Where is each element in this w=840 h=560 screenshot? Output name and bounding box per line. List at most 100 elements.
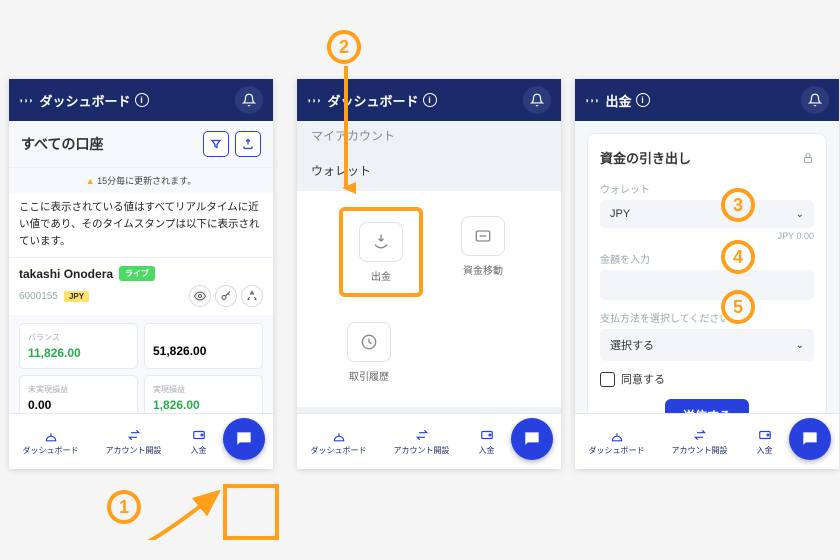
all-accounts-label: すべての口座 xyxy=(21,134,103,154)
gauge-icon xyxy=(41,427,61,443)
method-select[interactable]: 選択する ⌄ xyxy=(600,329,814,361)
nav-open-account[interactable]: アカウント開設 xyxy=(394,427,450,456)
chevron-down-icon: ⌄ xyxy=(796,340,804,351)
tile-transfer-label: 資金移動 xyxy=(463,262,503,277)
account-id: 6000155 xyxy=(19,291,58,302)
phone-panel-2: ◗◗◗ ダッシュボード i マイアカウント ウォレット 出金 xyxy=(297,79,561,469)
realized-value: 1,826.00 xyxy=(153,398,254,412)
notifications-button[interactable] xyxy=(523,86,551,114)
method-label: 支払方法を選択してください xyxy=(600,310,814,325)
nav-deposit[interactable]: 入金 xyxy=(189,427,209,456)
chat-fab[interactable] xyxy=(223,418,265,460)
phone2-body: マイアカウント ウォレット 出金 資金移動 xyxy=(297,121,561,413)
bottom-nav: ダッシュボード アカウント開設 入金 もっと xyxy=(297,413,561,469)
lock-icon xyxy=(802,152,814,164)
update-note-text: 15分毎に更新されます。 xyxy=(97,176,196,186)
balance-label: バランス xyxy=(28,332,129,343)
nav-open-account[interactable]: アカウント開設 xyxy=(672,427,728,456)
submit-button[interactable]: 送信する xyxy=(665,399,749,413)
bottom-nav: ダッシュボード アカウント開設 入金 もっと xyxy=(575,413,839,469)
recycle-icon[interactable] xyxy=(241,285,263,307)
nav-deposit[interactable]: 入金 xyxy=(755,427,775,456)
all-accounts-header: すべての口座 xyxy=(9,121,273,168)
bottom-nav: ダッシュボード アカウント開設 入金 もっと xyxy=(9,413,273,469)
brand-logo: ◗◗◗ xyxy=(307,96,322,105)
appbar-title: ダッシュボード xyxy=(40,91,131,110)
callout-2: 2 xyxy=(327,30,361,64)
arrow-1 xyxy=(138,490,228,540)
metrics-grid: バランス 11,826.00 51,826.00 未実現損益 0.00 実現損益… xyxy=(9,315,273,413)
warning-icon: ▲ xyxy=(86,176,95,186)
phone3-body: 資金の引き出し ウォレット JPY ⌄ JPY 0.00 金額を入力 支払方法を… xyxy=(575,121,839,413)
amount-label: 金額を入力 xyxy=(600,251,814,266)
tile-history[interactable]: 取引履歴 xyxy=(333,313,405,391)
tile-transfer[interactable]: 資金移動 xyxy=(447,207,519,285)
currency-badge: JPY xyxy=(64,291,89,302)
highlight-more xyxy=(223,484,279,540)
section-myaccount: マイアカウント xyxy=(297,121,561,150)
tile-withdraw[interactable]: 出金 xyxy=(345,213,417,291)
wallet-select-value: JPY xyxy=(610,208,630,220)
chevron-down-icon: ⌄ xyxy=(796,209,804,220)
nav-deposit[interactable]: 入金 xyxy=(477,427,497,456)
notifications-button[interactable] xyxy=(235,86,263,114)
agree-label: 同意する xyxy=(621,371,665,387)
phone-panel-3: ◗◗◗ 出金 i 資金の引き出し ウォレット JPY ⌄ JPY 0.00 xyxy=(575,79,839,469)
appbar-title: ダッシュボード xyxy=(328,91,419,110)
chat-fab[interactable] xyxy=(789,418,831,460)
amount-input[interactable] xyxy=(600,270,814,300)
appbar-title: 出金 xyxy=(606,91,632,110)
withdraw-icon xyxy=(359,222,403,262)
agree-row[interactable]: 同意する xyxy=(600,371,814,387)
section-wallet: ウォレット xyxy=(297,150,561,191)
withdraw-card: 資金の引き出し ウォレット JPY ⌄ JPY 0.00 金額を入力 支払方法を… xyxy=(587,133,827,413)
highlight-withdraw: 出金 xyxy=(339,207,423,297)
appbar: ◗◗◗ 出金 i xyxy=(575,79,839,121)
live-badge: ライブ xyxy=(119,266,155,281)
wallet-icon xyxy=(189,427,209,443)
wallet-balance: JPY 0.00 xyxy=(600,231,814,241)
nav-deposit-label: 入金 xyxy=(191,445,207,456)
key-icon[interactable] xyxy=(215,285,237,307)
nav-dashboard-label: ダッシュボード xyxy=(23,445,79,456)
nav-open-account[interactable]: アカウント開設 xyxy=(106,427,162,456)
realized-card: 実現損益 1,826.00 xyxy=(144,375,263,413)
realized-label: 実現損益 xyxy=(153,384,254,395)
realtime-desc: ここに表示されている値はすべてリアルタイムに近い値であり、そのタイムスタンプは以… xyxy=(9,193,273,257)
brand-logo: ◗◗◗ xyxy=(585,96,600,105)
tile-withdraw-label: 出金 xyxy=(371,268,391,283)
appbar: ◗◗◗ ダッシュボード i xyxy=(9,79,273,121)
agree-checkbox[interactable] xyxy=(600,372,615,387)
wallet-select[interactable]: JPY ⌄ xyxy=(600,200,814,228)
appbar: ◗◗◗ ダッシュボード i xyxy=(297,79,561,121)
account-block: takashi Onodera ライブ 6000155 JPY xyxy=(9,257,273,315)
equity-card: 51,826.00 xyxy=(144,323,263,369)
phone1-body: すべての口座 ▲ 15分毎に更新されます。 ここに表示されている値はすべてリアル… xyxy=(9,121,273,413)
transfer-icon xyxy=(461,216,505,256)
tile-history-label: 取引履歴 xyxy=(349,368,389,383)
unrealized-value: 0.00 xyxy=(28,398,129,412)
info-icon[interactable]: i xyxy=(423,93,437,107)
equity-value: 51,826.00 xyxy=(153,344,254,358)
chat-fab[interactable] xyxy=(511,418,553,460)
nav-open-account-label: アカウント開設 xyxy=(106,445,162,456)
info-icon[interactable]: i xyxy=(135,93,149,107)
callout-1: 1 xyxy=(107,490,141,524)
history-icon xyxy=(347,322,391,362)
filter-button[interactable] xyxy=(203,131,229,157)
balance-card: バランス 11,826.00 xyxy=(19,323,138,369)
withdraw-title: 資金の引き出し xyxy=(600,148,691,167)
nav-dashboard[interactable]: ダッシュボード xyxy=(23,427,79,456)
export-button[interactable] xyxy=(235,131,261,157)
account-name: takashi Onodera xyxy=(19,267,113,281)
notifications-button[interactable] xyxy=(801,86,829,114)
method-select-value: 選択する xyxy=(610,337,654,353)
wallet-label: ウォレット xyxy=(600,181,814,196)
swap-icon xyxy=(124,427,144,443)
update-note: ▲ 15分毎に更新されます。 xyxy=(9,168,273,193)
view-icon[interactable] xyxy=(189,285,211,307)
nav-dashboard[interactable]: ダッシュボード xyxy=(589,427,645,456)
nav-dashboard[interactable]: ダッシュボード xyxy=(311,427,367,456)
brand-logo: ◗◗◗ xyxy=(19,96,34,105)
info-icon[interactable]: i xyxy=(636,93,650,107)
